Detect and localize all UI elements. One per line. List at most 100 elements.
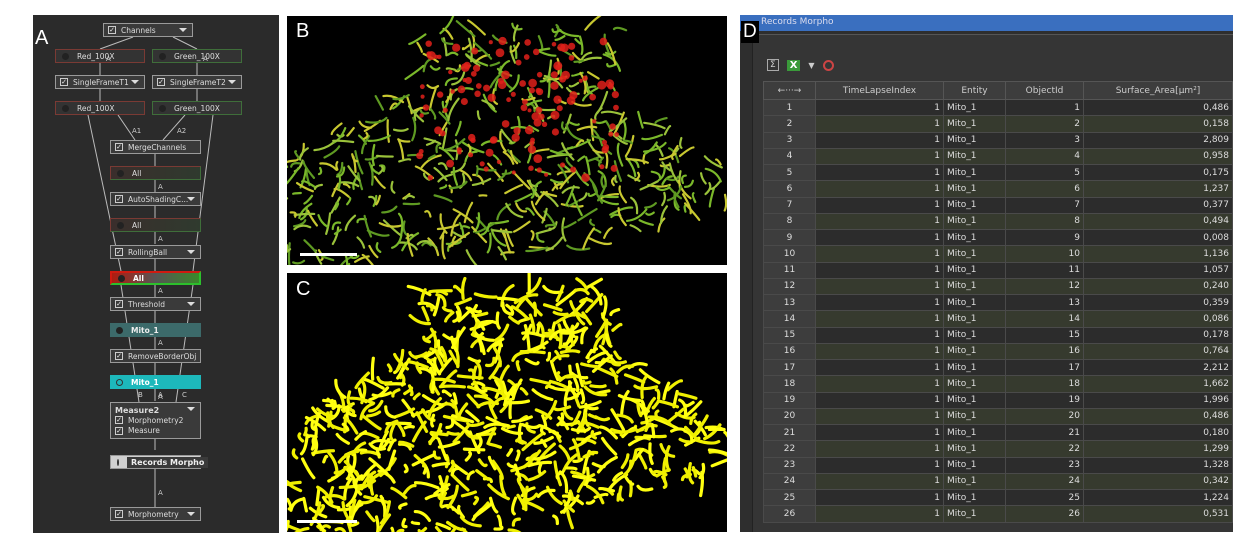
- table-row[interactable]: 15 1 Mito_1 15 0,178: [763, 326, 1233, 344]
- table-row[interactable]: 3 1 Mito_1 3 2,809: [763, 131, 1233, 149]
- node-label: RemoveBorderObj: [128, 351, 197, 361]
- table-row[interactable]: 4 1 Mito_1 4 0,958: [763, 147, 1233, 166]
- red-spot: [553, 95, 562, 104]
- mitochondrion: [512, 220, 531, 233]
- chevron-down-icon[interactable]: [228, 80, 236, 84]
- mitochondrion: [489, 61, 501, 67]
- mitochondrion: [708, 187, 716, 208]
- table-row[interactable]: 6 1 Mito_1 6 1,237: [763, 180, 1233, 198]
- mitochondrion: [498, 364, 510, 383]
- table-row[interactable]: 11 1 Mito_1 11 1,057: [763, 261, 1233, 279]
- mitochondrion: [487, 483, 511, 501]
- chevron-down-icon[interactable]: [187, 407, 195, 411]
- graph-node-mito-1[interactable]: Mito_1: [110, 375, 201, 389]
- graph-node-channels[interactable]: ✓ Channels: [103, 23, 193, 37]
- chevron-down-icon[interactable]: ▼: [808, 61, 814, 70]
- chevron-down-icon[interactable]: [187, 250, 195, 254]
- mitochondrion: [510, 305, 529, 320]
- checkbox[interactable]: ✓: [157, 78, 165, 86]
- graph-node-all[interactable]: All: [110, 218, 201, 232]
- table-row[interactable]: 14 1 Mito_1 14 0,086: [763, 310, 1233, 328]
- table-row[interactable]: 10 1 Mito_1 10 1,136: [763, 245, 1233, 263]
- table-cell: Mito_1: [943, 98, 1006, 117]
- graph-node-mito-1[interactable]: Mito_1: [110, 323, 201, 337]
- chevron-down-icon[interactable]: [179, 28, 187, 32]
- column-header[interactable]: Entity: [943, 81, 1006, 100]
- column-header[interactable]: ←···→: [763, 81, 816, 100]
- graph-node-mergechannels[interactable]: ✓ MergeChannels: [110, 140, 201, 154]
- checkbox[interactable]: ✓: [115, 300, 123, 308]
- table-row[interactable]: 2 1 Mito_1 2 0,158: [763, 115, 1233, 133]
- graph-node-all[interactable]: All: [110, 271, 201, 285]
- table-row[interactable]: 17 1 Mito_1 17 2,212: [763, 358, 1233, 377]
- mitochondrion: [425, 304, 434, 312]
- table-row[interactable]: 19 1 Mito_1 19 1,996: [763, 391, 1233, 409]
- table-row[interactable]: 8 1 Mito_1 8 0,494: [763, 212, 1233, 231]
- mitochondrion: [573, 287, 590, 296]
- checkbox[interactable]: ✓: [115, 248, 123, 256]
- checkbox[interactable]: ✓: [108, 26, 116, 34]
- table-row[interactable]: 13 1 Mito_1 13 0,359: [763, 293, 1233, 312]
- column-header[interactable]: ObjectId: [1005, 81, 1084, 100]
- graph-node-autoshadingc-[interactable]: ✓ AutoShadingC...: [110, 192, 201, 206]
- table-row[interactable]: 24 1 Mito_1 24 0,342: [763, 472, 1233, 491]
- graph-node-red-100x[interactable]: Red_100X: [55, 49, 145, 63]
- table-row[interactable]: 21 1 Mito_1 21 0,180: [763, 423, 1233, 442]
- checkbox[interactable]: ✓: [115, 510, 123, 518]
- mitochondrion: [356, 236, 366, 249]
- sum-icon[interactable]: Σ: [767, 59, 779, 71]
- table-row[interactable]: 26 1 Mito_1 26 0,531: [763, 505, 1233, 523]
- red-spot: [420, 94, 425, 99]
- edge-label: A: [158, 339, 163, 347]
- graph-node-records-morpho[interactable]: Records Morpho: [110, 455, 209, 469]
- table-cell: 1,662: [1083, 375, 1233, 393]
- scale-bar: [297, 520, 357, 523]
- checkbox[interactable]: ✓: [115, 143, 123, 151]
- table-row[interactable]: 23 1 Mito_1 23 1,328: [763, 456, 1233, 474]
- graph-node-rollingball[interactable]: ✓ RollingBall: [110, 245, 201, 259]
- chevron-down-icon[interactable]: [131, 80, 139, 84]
- mitochondrion: [529, 377, 552, 386]
- table-row[interactable]: 20 1 Mito_1 20 0,486: [763, 407, 1233, 426]
- table-row[interactable]: 22 1 Mito_1 22 1,299: [763, 440, 1233, 458]
- chevron-down-icon[interactable]: [187, 197, 195, 201]
- graph-node-green-100x[interactable]: Green_100X: [152, 49, 242, 63]
- table-row[interactable]: 25 1 Mito_1 25 1,224: [763, 488, 1233, 507]
- graph-node-singleframet2[interactable]: ✓ SingleFrameT2: [152, 75, 242, 89]
- mitochondrion: [475, 469, 490, 481]
- table-cell: 26: [1005, 505, 1084, 523]
- table-row[interactable]: 7 1 Mito_1 7 0,377: [763, 196, 1233, 214]
- checkbox[interactable]: ✓: [115, 195, 123, 203]
- table-row[interactable]: 12 1 Mito_1 12 0,240: [763, 277, 1233, 296]
- table-row[interactable]: 16 1 Mito_1 16 0,764: [763, 342, 1233, 361]
- graph-node-threshold[interactable]: ✓ Threshold: [110, 297, 201, 311]
- checkbox[interactable]: ✓: [115, 426, 123, 435]
- table-cell: 2,809: [1083, 131, 1233, 149]
- checkbox[interactable]: ✓: [60, 78, 68, 86]
- graph-node-red-100x[interactable]: Red_100X: [55, 101, 145, 115]
- chevron-down-icon[interactable]: [187, 302, 195, 306]
- graph-node-morphometry[interactable]: ✓ Morphometry: [110, 507, 201, 521]
- graph-node-measure2[interactable]: Measure2 ✓ Morphometry2 ✓ Measure: [110, 402, 201, 439]
- graph-node-removeborderobj[interactable]: ✓ RemoveBorderObj: [110, 349, 201, 363]
- table-row[interactable]: 5 1 Mito_1 5 0,175: [763, 163, 1233, 182]
- red-spot: [535, 106, 543, 114]
- mitochondrion: [511, 496, 518, 516]
- excel-export-button[interactable]: X: [786, 59, 801, 71]
- mitochondrion: [417, 526, 428, 532]
- checkbox[interactable]: ✓: [115, 416, 123, 425]
- table-row[interactable]: 9 1 Mito_1 9 0,008: [763, 228, 1233, 247]
- table-cell: 1,136: [1083, 245, 1233, 263]
- mitochondrion: [439, 213, 448, 234]
- column-header[interactable]: Surface_Area[µm²]: [1083, 81, 1233, 100]
- table-row[interactable]: 18 1 Mito_1 18 1,662: [763, 375, 1233, 393]
- record-icon[interactable]: [822, 59, 834, 71]
- graph-node-all[interactable]: All: [110, 166, 201, 180]
- column-header[interactable]: TimeLapseIndex: [815, 81, 944, 100]
- checkbox[interactable]: ✓: [115, 352, 123, 360]
- graph-node-green-100x[interactable]: Green_100X: [152, 101, 242, 115]
- mitochondrion: [460, 490, 478, 498]
- chevron-down-icon[interactable]: [187, 512, 195, 516]
- graph-node-singleframet1[interactable]: ✓ SingleFrameT1: [55, 75, 145, 89]
- table-row[interactable]: 1 1 Mito_1 1 0,486: [763, 98, 1233, 117]
